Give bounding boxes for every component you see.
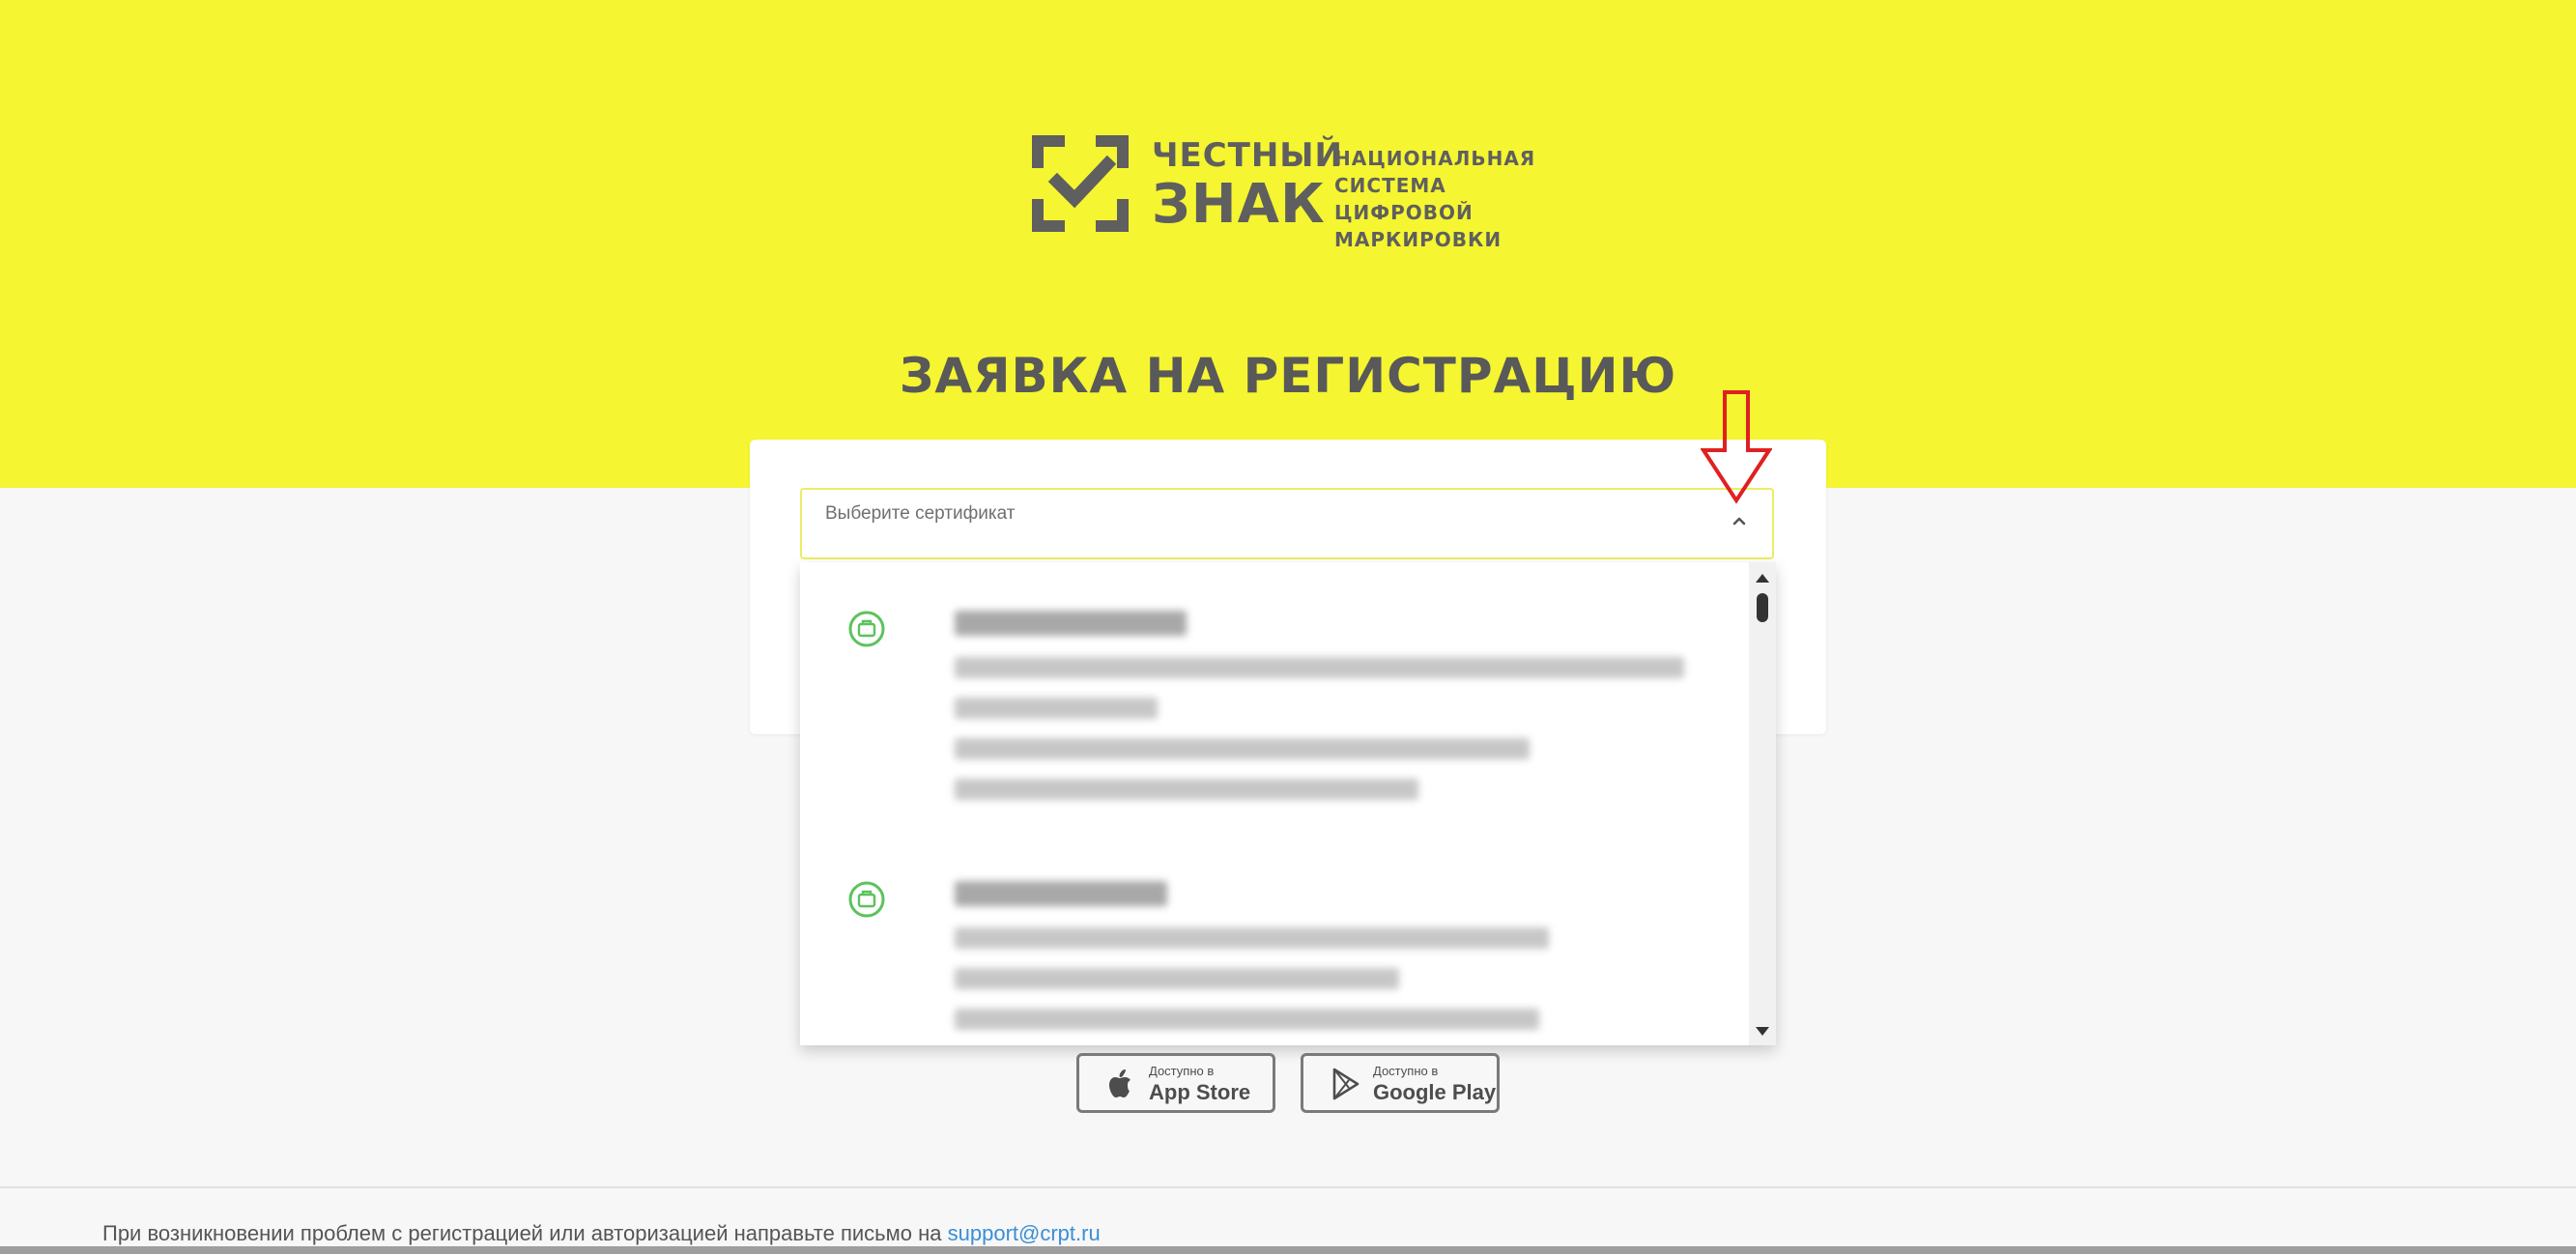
footer-divider [0,1186,2576,1188]
certificate-line-redacted [955,698,1158,719]
logo-tagline: НАЦИОНАЛЬНАЯ СИСТЕМА ЦИФРОВОЙ МАРКИРОВКИ [1334,145,1552,253]
briefcase-icon [848,611,885,647]
certificate-dropdown [800,562,1776,1045]
page-title: ЗАЯВКА НА РЕГИСТРАЦИЮ [899,348,1677,404]
bottom-bar [0,1246,2576,1254]
certificate-owner-redacted [955,881,1167,906]
page: ЧЕСТНЫЙ ЗНАК НАЦИОНАЛЬНАЯ СИСТЕМА ЦИФРОВ… [0,0,2576,1254]
google-play-name: Google Play [1373,1080,1497,1104]
certificate-owner-redacted [955,611,1187,636]
hero-banner [0,0,2576,488]
tagline-line: МАРКИРОВКИ [1334,228,1503,251]
footer-support-text: При возникновении проблем с регистрацией… [102,1221,1101,1246]
support-email-link[interactable]: support@crpt.ru [948,1221,1101,1245]
certificate-select-placeholder: Выберите сертификат [825,503,1016,524]
tagline-line: СИСТЕМА ЦИФРОВОЙ [1334,174,1474,224]
certificate-select[interactable]: Выберите сертификат [800,488,1774,559]
certificate-line-redacted [955,738,1530,759]
footer-message: При возникновении проблем с регистрацией… [102,1221,948,1245]
dropdown-scrollbar[interactable] [1749,562,1776,1045]
annotation-arrow-down-icon [1701,390,1772,504]
logo-word-line2: ЗНАК [1152,173,1326,236]
certificate-line-redacted [955,779,1418,800]
certificate-line-redacted [955,657,1684,678]
app-store-name: App Store [1149,1080,1251,1104]
tagline-line: НАЦИОНАЛЬНАЯ [1334,147,1536,170]
app-store-sub: Доступно в [1149,1064,1215,1078]
briefcase-icon [848,881,885,918]
certificate-line-redacted [955,968,1399,989]
certificate-details [955,881,1549,1045]
logo-wordmark: ЧЕСТНЫЙ ЗНАК [1152,139,1343,232]
google-play-button[interactable]: Доступно в Google Play [1301,1053,1500,1113]
apple-icon [1109,1069,1131,1097]
google-play-icon [1332,1068,1360,1100]
certificate-line-redacted [955,927,1549,949]
scrollbar-thumb[interactable] [1757,593,1768,622]
logo-word-line1: ЧЕСТНЫЙ [1152,136,1343,175]
logo-check-icon [1032,135,1129,232]
logo: ЧЕСТНЫЙ ЗНАК НАЦИОНАЛЬНАЯ СИСТЕМА ЦИФРОВ… [1030,133,1552,251]
certificate-details [955,611,1684,819]
google-play-sub: Доступно в [1373,1064,1439,1078]
certificate-line-redacted [955,1009,1539,1030]
app-store-button[interactable]: Доступно в App Store [1076,1053,1275,1113]
scroll-up-arrow-icon[interactable] [1756,574,1769,583]
chevron-up-icon[interactable] [1730,511,1749,530]
scroll-down-arrow-icon[interactable] [1756,1027,1769,1036]
